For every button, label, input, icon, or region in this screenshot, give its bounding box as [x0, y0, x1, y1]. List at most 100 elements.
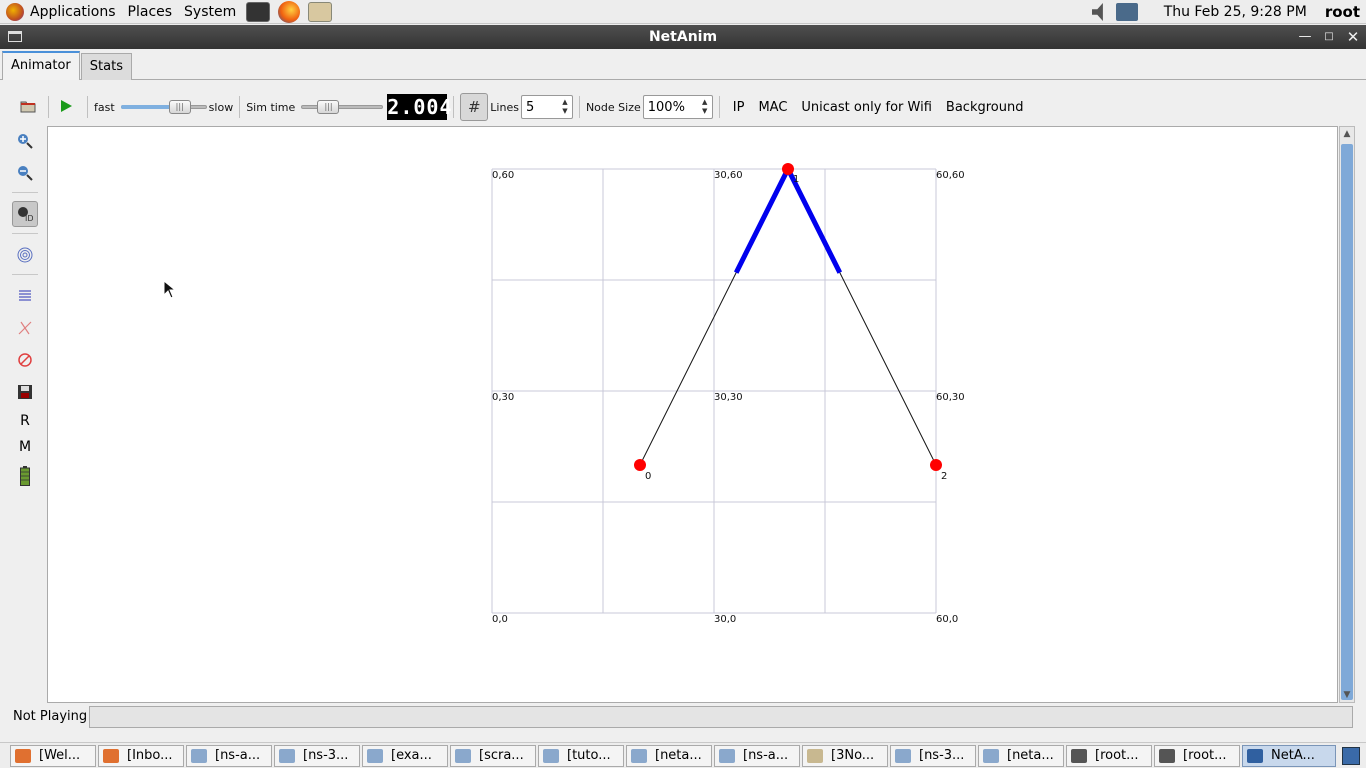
- node-id-icon: ID: [18, 207, 33, 222]
- taskbar-item[interactable]: [neta...: [978, 744, 1064, 767]
- taskbar-item[interactable]: [3No...: [802, 744, 888, 767]
- grid-lines: [491, 168, 937, 614]
- links: [639, 167, 937, 466]
- firefox-icon[interactable]: [278, 0, 301, 23]
- unicast-wifi-button[interactable]: Unicast only for Wifi: [794, 100, 939, 115]
- user-menu[interactable]: root: [1325, 3, 1360, 21]
- terminal-icon[interactable]: [246, 1, 271, 22]
- simtime-slider-handle[interactable]: |||: [317, 100, 340, 114]
- taskbar-window-icon: [631, 748, 647, 763]
- taskbar-item[interactable]: [scra...: [450, 744, 536, 767]
- mobility-button[interactable]: M: [12, 437, 38, 457]
- close-icon[interactable]: ✕: [1344, 28, 1362, 46]
- taskbar-item-label: [tuto...: [567, 748, 611, 763]
- ip-button[interactable]: IP: [726, 100, 752, 115]
- spin-arrows-icon[interactable]: ▲ ▼: [558, 98, 572, 116]
- taskbar-item-label: [3No...: [831, 748, 875, 763]
- taskbar-item[interactable]: [root...: [1154, 744, 1240, 767]
- node-label-2: 2: [941, 471, 948, 482]
- applications-menu[interactable]: Applications: [0, 0, 122, 24]
- maximize-icon[interactable]: □: [1320, 28, 1338, 46]
- workspace-switcher-icon[interactable]: [1342, 746, 1360, 765]
- mac-button[interactable]: MAC: [751, 100, 794, 115]
- scroll-up-icon[interactable]: ▲: [1340, 127, 1354, 141]
- record-button[interactable]: R: [12, 411, 38, 431]
- packet-transmission: [733, 167, 791, 274]
- play-button[interactable]: [59, 99, 81, 116]
- taskbar-window-icon: [191, 748, 207, 763]
- zoom-out-icon: [18, 166, 33, 181]
- simtime-slider[interactable]: |||: [301, 99, 384, 115]
- block-packets-button[interactable]: [12, 347, 38, 373]
- grid-label-tl: 0,60: [492, 170, 515, 181]
- network-icon[interactable]: [1115, 3, 1138, 21]
- spin-arrows-icon[interactable]: ▲ ▼: [698, 98, 712, 116]
- save-button[interactable]: [12, 379, 38, 405]
- taskbar-item[interactable]: [exa...: [362, 744, 448, 767]
- node-2[interactable]: [930, 459, 942, 471]
- toolbar-separator: [87, 96, 88, 118]
- window-titlebar[interactable]: NetAnim — □ ✕: [0, 25, 1366, 49]
- tab-animator[interactable]: Animator: [2, 51, 80, 80]
- node-0[interactable]: [634, 459, 646, 471]
- vertical-scrollbar[interactable]: ▲ ▼: [1339, 126, 1355, 703]
- grid-label-mr: 60,30: [936, 392, 965, 403]
- taskbar-item[interactable]: [ns-3...: [890, 744, 976, 767]
- speed-fast-label: fast: [94, 100, 115, 114]
- zoom-in-button[interactable]: [12, 128, 38, 154]
- packet-stats-button[interactable]: [12, 283, 38, 309]
- open-file-button[interactable]: [20, 99, 42, 116]
- taskbar-item[interactable]: [ns-a...: [186, 744, 272, 767]
- animator-toolbar: fast ||| slow Sim time ||| 2.004 # Lines…: [0, 90, 1366, 124]
- speed-slider[interactable]: |||: [120, 99, 207, 115]
- taskbar-item[interactable]: NetA...: [1242, 744, 1336, 767]
- taskbar-item[interactable]: [ns-a...: [714, 744, 800, 767]
- taskbar-item[interactable]: [tuto...: [538, 744, 624, 767]
- taskbar-item[interactable]: [Wel...: [10, 744, 96, 767]
- clock[interactable]: Thu Feb 25, 9:28 PM: [1164, 4, 1307, 20]
- wireless-circles-button[interactable]: [12, 242, 38, 268]
- taskbar-item-label: [neta...: [655, 748, 702, 763]
- taskbar-item-label: [neta...: [1007, 748, 1054, 763]
- playback-progress-bar: [89, 706, 1353, 728]
- lines-value: 5: [525, 99, 535, 115]
- minimize-icon[interactable]: —: [1296, 28, 1314, 46]
- taskbar-item[interactable]: [Inbo...: [98, 744, 184, 767]
- grid-label-tm: 30,60: [714, 170, 743, 181]
- background-button[interactable]: Background: [939, 100, 1031, 115]
- places-menu[interactable]: Places: [122, 0, 179, 24]
- animation-canvas[interactable]: 0,60 30,60 60,60 0,30 30,30 60,30 0,0 30…: [47, 126, 1338, 703]
- volume-icon[interactable]: [1091, 3, 1103, 21]
- scroll-down-icon[interactable]: ▼: [1340, 688, 1354, 702]
- taskbar-window-icon: [543, 748, 559, 763]
- speed-slider-handle[interactable]: |||: [168, 100, 191, 114]
- left-toolbar: ID R M: [12, 128, 42, 495]
- system-menu[interactable]: System: [178, 0, 242, 24]
- node-trajectory-button[interactable]: [12, 315, 38, 341]
- zoom-out-button[interactable]: [12, 160, 38, 186]
- lines-label: Lines: [490, 100, 519, 114]
- lines-spinbox[interactable]: 5 ▲ ▼: [520, 95, 573, 119]
- taskbar-item[interactable]: [neta...: [626, 744, 712, 767]
- show-node-id-button[interactable]: ID: [12, 201, 38, 227]
- simtime-label: Sim time: [246, 100, 296, 114]
- taskbar-window-icon: [983, 748, 999, 763]
- taskbar-item-label: [Wel...: [39, 748, 81, 763]
- grid-toggle-button[interactable]: #: [460, 93, 489, 121]
- window-title: NetAnim: [648, 29, 718, 45]
- scrollbar-thumb[interactable]: [1341, 144, 1353, 700]
- mouse-cursor-icon: [163, 280, 177, 299]
- editor-icon[interactable]: [308, 1, 333, 22]
- taskbar-item[interactable]: [root...: [1066, 744, 1152, 767]
- folder-icon: [20, 101, 36, 112]
- node-size-label: Node Size: [585, 100, 641, 114]
- battery-button[interactable]: [12, 463, 38, 489]
- grid-label-ml: 0,30: [492, 392, 515, 403]
- taskbar-item-label: [Inbo...: [127, 748, 173, 763]
- taskbar-item[interactable]: [ns-3...: [274, 744, 360, 767]
- taskbar-window-icon: [367, 748, 383, 763]
- tab-stats[interactable]: Stats: [80, 53, 132, 80]
- node-size-spinbox[interactable]: 100% ▲ ▼: [642, 95, 713, 119]
- taskbar-item-label: [ns-a...: [743, 748, 789, 763]
- wireless-circles-icon: [17, 247, 33, 263]
